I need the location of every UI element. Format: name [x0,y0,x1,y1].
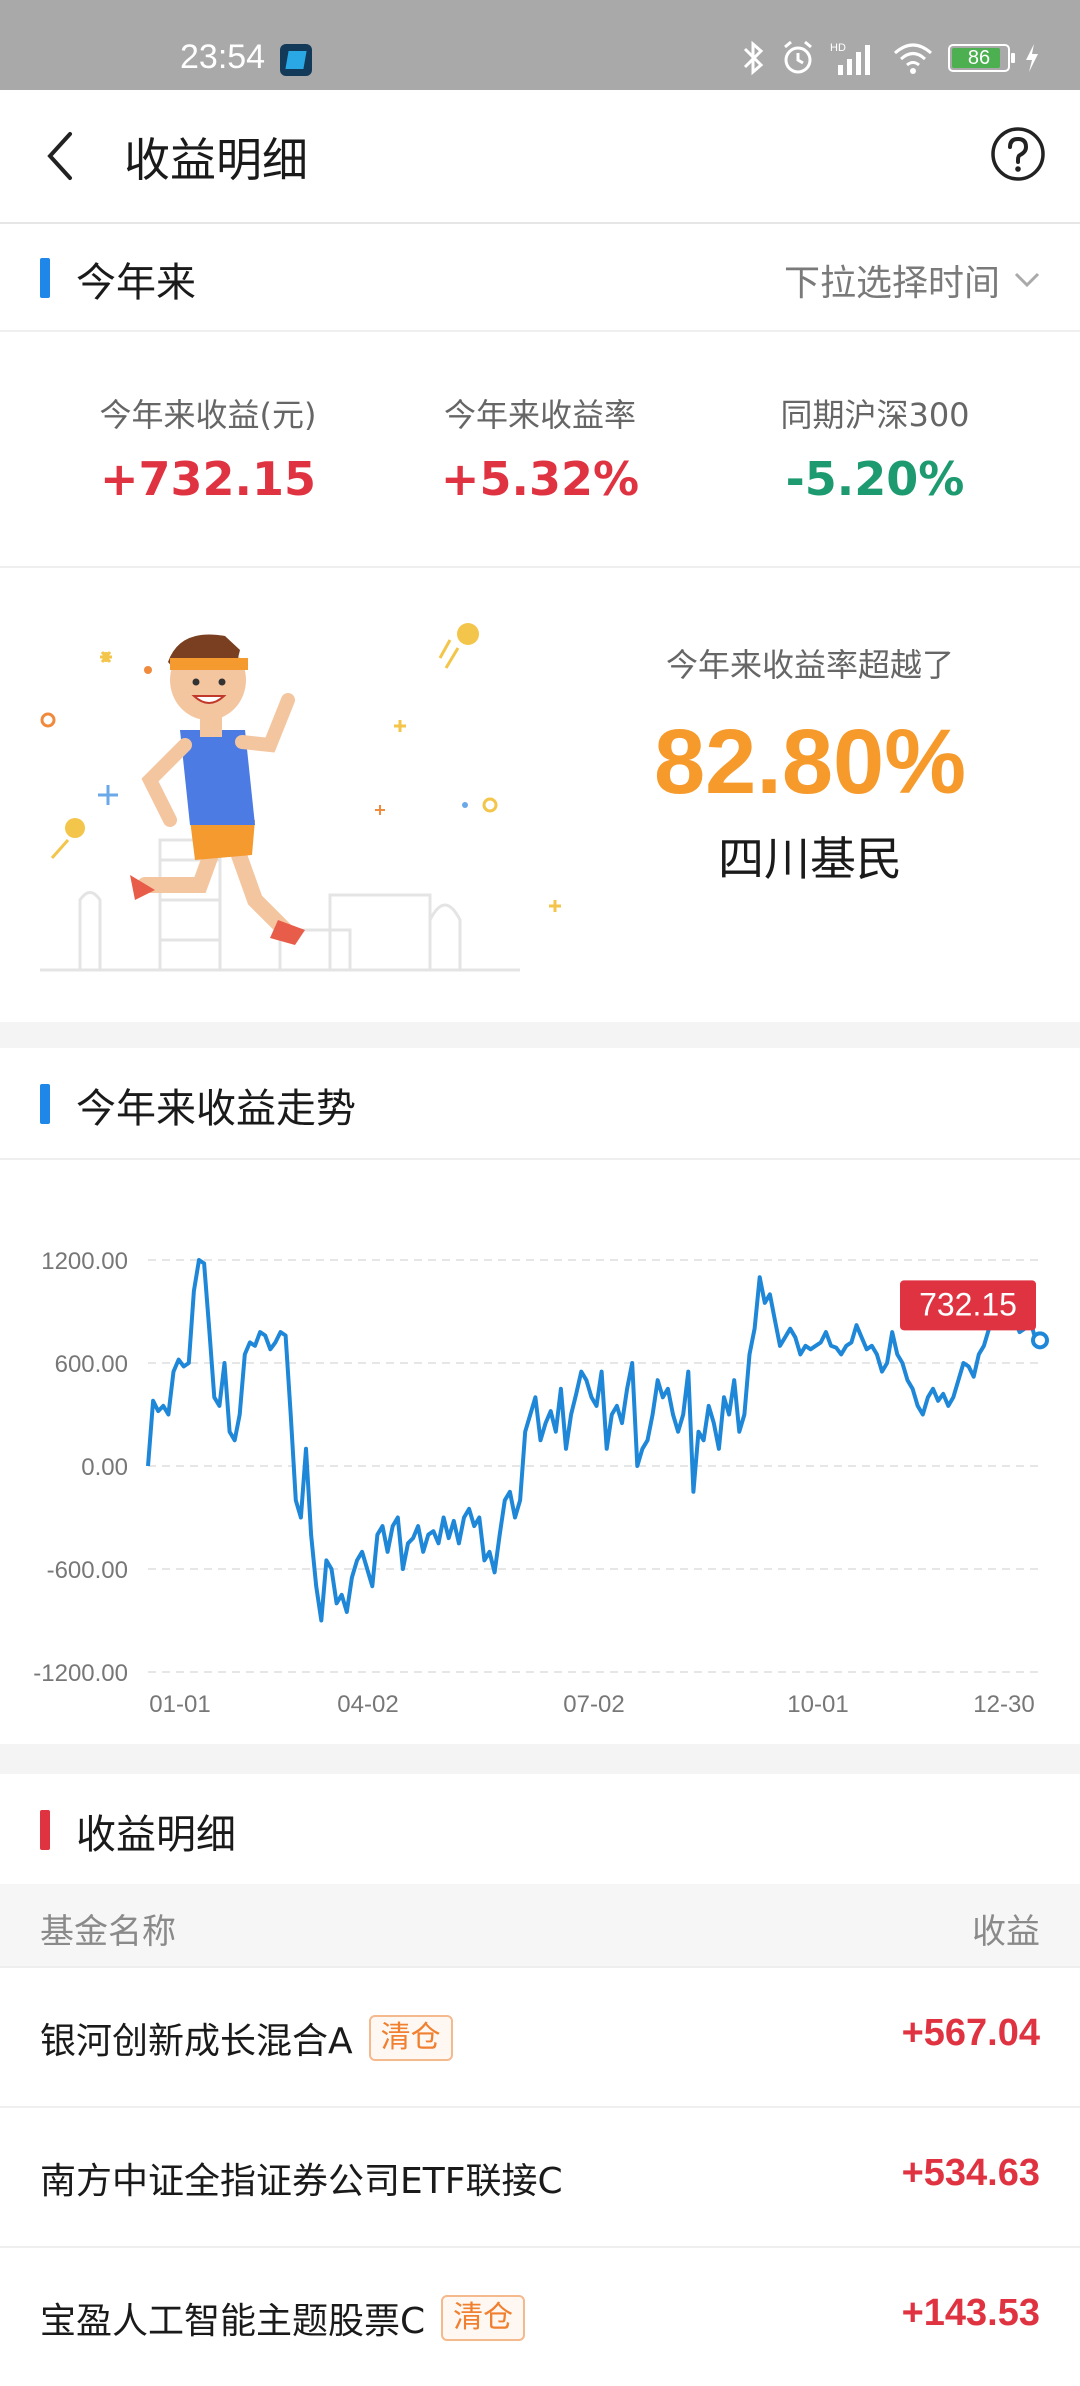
status-bar: 23:54 HD 86 [0,0,1080,90]
fund-name-cell: 南方中证全指证券公司ETF联接C [40,2152,563,2204]
fund-gain: +143.53 [901,2292,1040,2334]
fund-name: 宝盈人工智能主题股票C [40,2301,426,2342]
y-tick-label: 1200.00 [41,1248,128,1275]
signal-icon: HD [830,42,870,75]
fund-row[interactable]: 银河创新成长混合A 清仓 +567.04 [0,1968,1080,2108]
x-tick-label: 04-02 [337,1691,398,1718]
fund-row[interactable]: 南方中证全指证券公司ETF联接C +534.63 [0,2108,1080,2248]
fund-row[interactable]: 宝盈人工智能主题股票C 清仓 +143.53 [0,2248,1080,2386]
fund-gain: +534.63 [901,2152,1040,2194]
x-tick-label: 10-01 [787,1691,848,1718]
status-icons: HD 86 [742,38,1040,78]
summary-section-title: 今年来 [76,260,196,306]
table-header: 基金名称 收益 [0,1884,1080,1968]
detail-section-header: 收益明细 [0,1776,1080,1884]
page-title: 收益明细 [124,133,308,187]
time-range-dropdown[interactable]: 下拉选择时间 [784,254,1040,306]
battery-icon: 86 [948,44,1015,72]
stat-value: -5.20% [785,452,965,506]
app-notification-icon [280,44,312,76]
fund-name-cell: 宝盈人工智能主题股票C 清仓 [40,2292,526,2344]
fund-name: 银河创新成长混合A [40,2021,353,2062]
stat-csi300: 同期沪深300 -5.20% [695,390,1055,506]
section-accent-bar [40,1810,50,1850]
detail-section-title: 收益明细 [76,1812,236,1858]
status-time: 23:54 [180,38,266,76]
svg-text:HD: HD [830,42,846,54]
stat-ytd-rate: 今年来收益率 +5.32% [360,390,720,506]
divider [0,566,1080,568]
chevron-down-icon [1014,272,1040,288]
x-tick-label: 07-02 [563,1691,624,1718]
back-icon[interactable] [40,128,80,184]
nav-bar: 收益明细 [0,90,1080,224]
latest-value-label: 732.15 [919,1286,1017,1322]
stat-value: +732.15 [99,452,317,506]
ranking-region: 四川基民 [718,832,902,886]
help-icon[interactable] [990,126,1046,182]
y-tick-label: -600.00 [47,1557,128,1584]
ranking-percent: 82.80% [653,711,967,813]
stat-caption: 今年来收益率 [443,396,636,434]
fund-name: 南方中证全指证券公司ETF联接C [40,2161,563,2202]
charging-icon [1026,44,1038,72]
section-accent-bar [40,258,50,298]
x-tick-label: 01-01 [149,1691,210,1718]
alarm-icon [784,40,812,74]
runner-illustration [40,623,561,972]
trend-section-title: 今年来收益走势 [76,1086,356,1132]
stat-ytd-gain: 今年来收益(元) +732.15 [28,390,388,506]
fund-name-cell: 银河创新成长混合A 清仓 [40,2012,453,2064]
x-tick-label: 12-30 [973,1691,1034,1718]
ranking-caption: 今年来收益率超越了 [665,646,954,684]
fund-gain: +567.04 [901,2012,1040,2054]
column-gain: 收益 [972,1912,1040,1952]
cleared-badge: 清仓 [368,2015,453,2061]
trend-section-header: 今年来收益走势 [0,1050,1080,1158]
bluetooth-icon [743,40,764,76]
trend-chart-svg: 1200.00 600.00 0.00 -600.00 -1200.00 01-01 04-… [33,1248,1049,1718]
battery-level: 86 [967,47,991,69]
latest-point [1031,1331,1049,1350]
cleared-badge: 清仓 [441,2295,526,2341]
summary-section-header: 今年来 下拉选择时间 [0,224,1080,332]
section-gap [0,1744,1080,1774]
stat-value: +5.32% [440,452,640,506]
trend-chart: 1200.00 600.00 0.00 -600.00 -1200.00 01-01 04-… [0,1160,1080,1740]
section-gap [0,1022,1080,1048]
wifi-icon [894,43,932,74]
section-accent-bar [40,1084,50,1124]
ranking-panel: 今年来收益率超越了 82.80% 四川基民 [600,640,1020,889]
stat-caption: 同期沪深300 [780,396,970,434]
y-tick-label: 0.00 [81,1454,128,1481]
divider [0,330,1080,332]
y-tick-label: 600.00 [55,1351,128,1378]
y-tick-label: -1200.00 [33,1660,128,1687]
column-fund-name: 基金名称 [40,1912,176,1952]
time-range-label: 下拉选择时间 [783,263,1000,304]
stat-caption: 今年来收益(元) [99,396,317,434]
